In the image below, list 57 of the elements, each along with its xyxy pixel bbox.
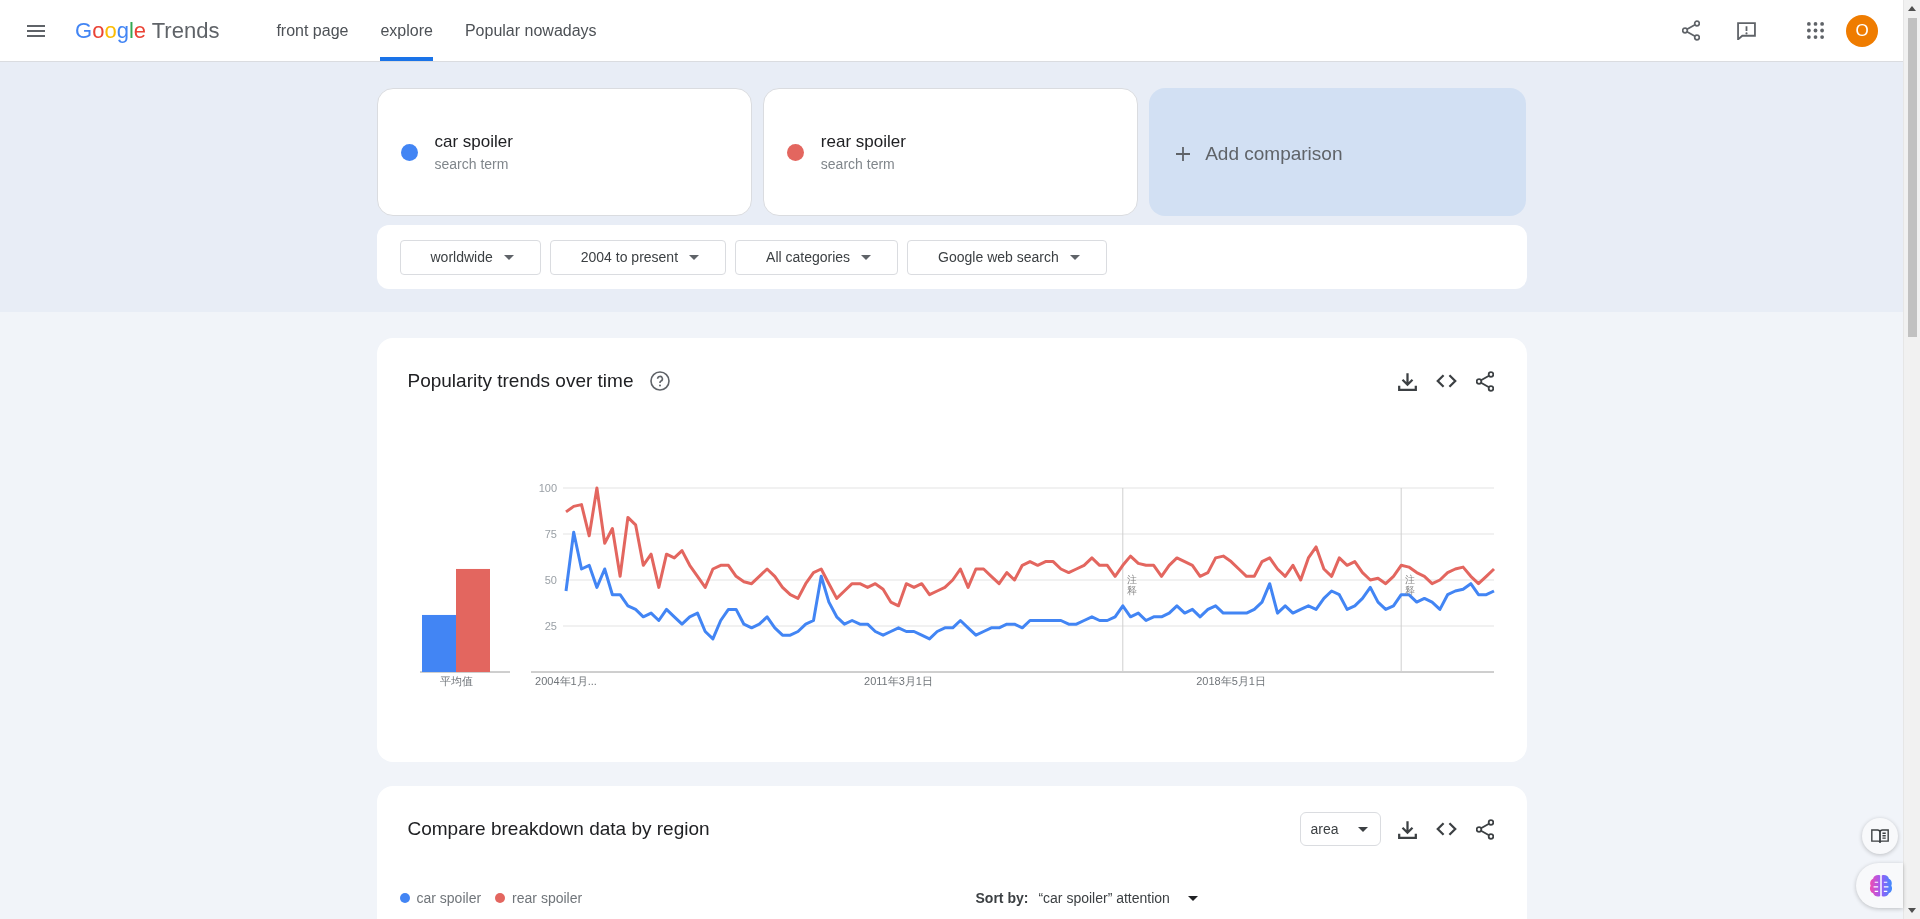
caret-icon	[1069, 254, 1080, 260]
caret-icon	[689, 254, 700, 260]
x-tick-label: 2018年5月1日	[1195, 675, 1266, 687]
brain-icon	[1868, 873, 1893, 898]
term-type-label: search term	[434, 156, 510, 172]
search-term-card[interactable]: rear spoiler search term	[762, 88, 1139, 216]
scrollbar-thumb[interactable]	[1907, 18, 1917, 337]
search-term: car spoiler	[434, 132, 513, 152]
add-comparison-button[interactable]: Add comparison	[1149, 88, 1527, 216]
scrollbar[interactable]	[1903, 0, 1920, 919]
embed-icon[interactable]	[1435, 374, 1457, 388]
card-title: Popularity trends over time	[407, 370, 634, 392]
y-tick-label: 100	[538, 482, 557, 494]
filter-dropdown[interactable]: 2004 to present	[549, 239, 727, 275]
nav-tab[interactable]: front page	[276, 0, 349, 61]
menu-icon[interactable]	[27, 24, 45, 37]
caret-icon	[1357, 826, 1368, 832]
legend-label: car spoiler	[416, 890, 482, 906]
filter-dropdown[interactable]: All categories	[735, 239, 899, 275]
search-term: rear spoiler	[820, 132, 906, 152]
resolution-dropdown[interactable]: area	[1299, 812, 1381, 846]
feedback-icon[interactable]	[1737, 21, 1756, 40]
y-tick-label: 75	[544, 528, 557, 540]
download-icon[interactable]	[1397, 371, 1417, 391]
note-label: 注释	[1126, 574, 1137, 596]
caret-icon	[1187, 895, 1198, 901]
brain-button[interactable]	[1856, 863, 1903, 908]
filter-dropdown[interactable]: worldwide	[399, 239, 541, 275]
help-icon[interactable]	[649, 371, 670, 391]
y-tick-label: 25	[544, 620, 557, 632]
guide-button[interactable]	[1862, 818, 1898, 854]
apps-icon[interactable]	[1807, 22, 1824, 39]
download-icon[interactable]	[1397, 819, 1417, 839]
legend-label: rear spoiler	[512, 890, 583, 906]
caret-icon	[861, 254, 872, 260]
logo[interactable]: Google Trends	[75, 17, 220, 44]
term-type-label: search term	[820, 156, 896, 172]
share-icon[interactable]	[1475, 370, 1494, 392]
search-term-card[interactable]: car spoiler search term	[376, 88, 752, 216]
filter-dropdown[interactable]: Google web search	[907, 239, 1107, 275]
scroll-down-icon[interactable]	[1908, 908, 1916, 913]
x-tick-label: 2004年1月...	[534, 675, 597, 687]
plus-icon	[1176, 147, 1191, 161]
caret-icon	[503, 254, 514, 260]
card-title: Compare breakdown data by region	[407, 818, 710, 840]
sort-label: Sort by:	[975, 890, 1029, 906]
scroll-up-icon[interactable]	[1908, 6, 1916, 11]
x-tick-label: 2011年3月1日	[863, 675, 933, 687]
book-icon	[1871, 828, 1889, 844]
share-icon[interactable]	[1682, 20, 1700, 41]
note-label: 注释	[1404, 574, 1415, 596]
y-tick-label: 50	[544, 574, 557, 586]
x-axis-label: 平均值	[439, 675, 472, 687]
sort-dropdown[interactable]: “car spoiler” attention	[1038, 890, 1198, 906]
nav-tab[interactable]: Popular nowadays	[464, 0, 597, 61]
embed-icon[interactable]	[1435, 822, 1457, 836]
share-icon[interactable]	[1475, 818, 1494, 840]
